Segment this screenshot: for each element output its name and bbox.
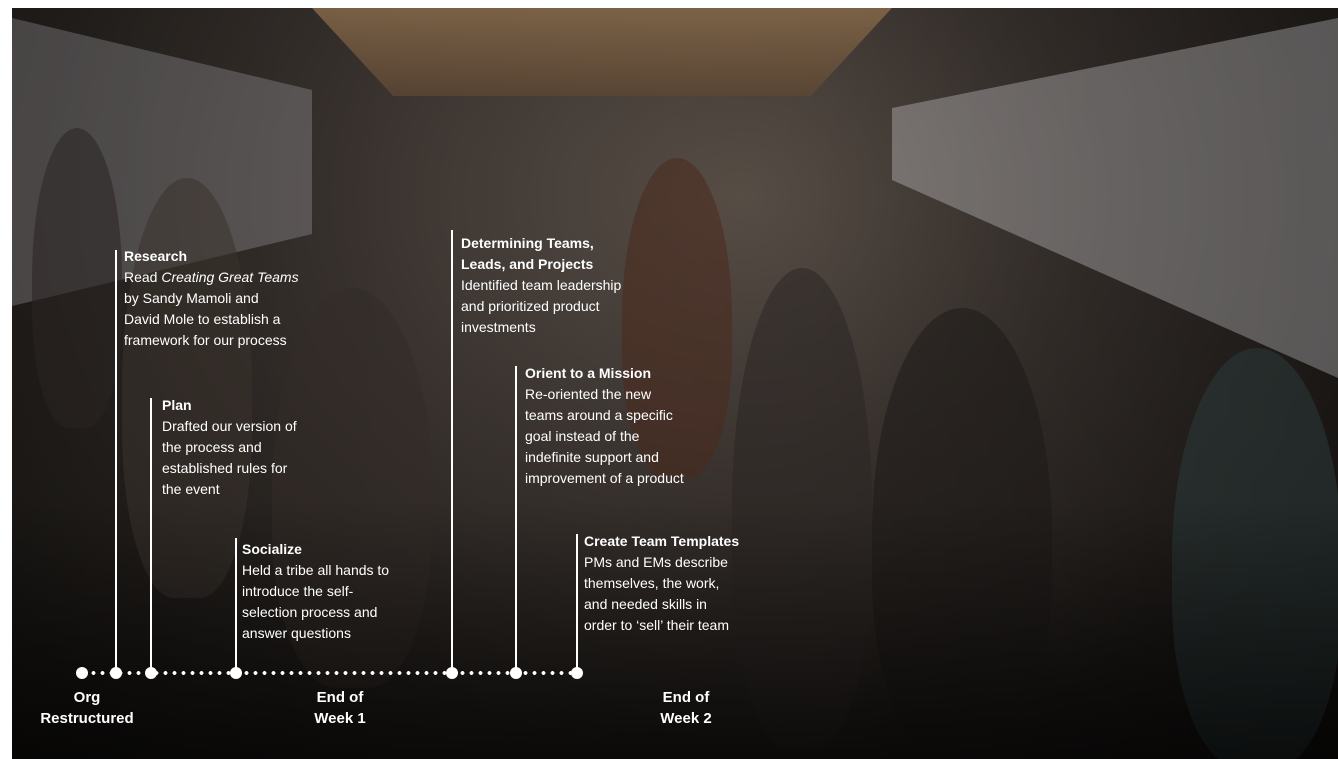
milestone-socialize: Socialize Held a tribe all hands to intr… bbox=[242, 539, 389, 644]
timeline-node-plan bbox=[145, 667, 157, 679]
person-silhouette bbox=[32, 128, 122, 428]
milestone-body: Read Creating Great Teams by Sandy Mamol… bbox=[124, 269, 299, 348]
milestone-body: Re-oriented the new teams around a speci… bbox=[525, 386, 684, 486]
milestone-title: Research bbox=[124, 248, 188, 264]
timeline-node-research bbox=[110, 667, 122, 679]
timeline-node-org-restructured bbox=[76, 667, 88, 679]
book-title: Creating Great Teams bbox=[161, 269, 299, 285]
milestone-title: Orient to a Mission bbox=[525, 365, 652, 381]
timeline-node-determining-teams bbox=[446, 667, 458, 679]
socialize-connector bbox=[235, 538, 237, 671]
label-end-of-week-2: End of Week 2 bbox=[660, 689, 712, 727]
timeline-node-socialize bbox=[230, 667, 242, 679]
timeline-node-orient-mission bbox=[510, 667, 522, 679]
orient-mission-connector bbox=[515, 366, 517, 671]
timeline-node-team-templates bbox=[571, 667, 583, 679]
milestone-title: Create Team Templates bbox=[584, 533, 740, 549]
milestone-team-templates: Create Team Templates PMs and EMs descri… bbox=[584, 531, 739, 636]
determining-teams-connector bbox=[451, 230, 453, 671]
plan-connector bbox=[150, 398, 152, 671]
milestone-body: Drafted our version of the process and e… bbox=[162, 418, 297, 497]
milestone-title: Socialize bbox=[242, 541, 302, 557]
milestone-title: Determining Teams, Leads, and Projects bbox=[461, 235, 594, 272]
milestone-body: PMs and EMs describe themselves, the wor… bbox=[584, 554, 729, 633]
milestone-research: Research Read Creating Great Teams by Sa… bbox=[124, 246, 299, 351]
label-end-of-week-1: End of Week 1 bbox=[314, 689, 366, 727]
milestone-body: Held a tribe all hands to introduce the … bbox=[242, 562, 390, 641]
research-connector bbox=[115, 250, 117, 671]
milestone-body: Identified team leadership and prioritiz… bbox=[461, 277, 622, 335]
ceiling-shape bbox=[312, 8, 892, 96]
milestone-plan: Plan Drafted our version of the process … bbox=[162, 395, 297, 500]
milestone-title: Plan bbox=[162, 397, 192, 413]
milestone-determining-teams: Determining Teams, Leads, and Projects I… bbox=[461, 233, 621, 338]
milestone-orient-mission: Orient to a Mission Re-oriented the new … bbox=[525, 363, 684, 489]
label-org-restructured: Org Restructured bbox=[40, 689, 134, 727]
team-templates-connector bbox=[576, 534, 578, 671]
